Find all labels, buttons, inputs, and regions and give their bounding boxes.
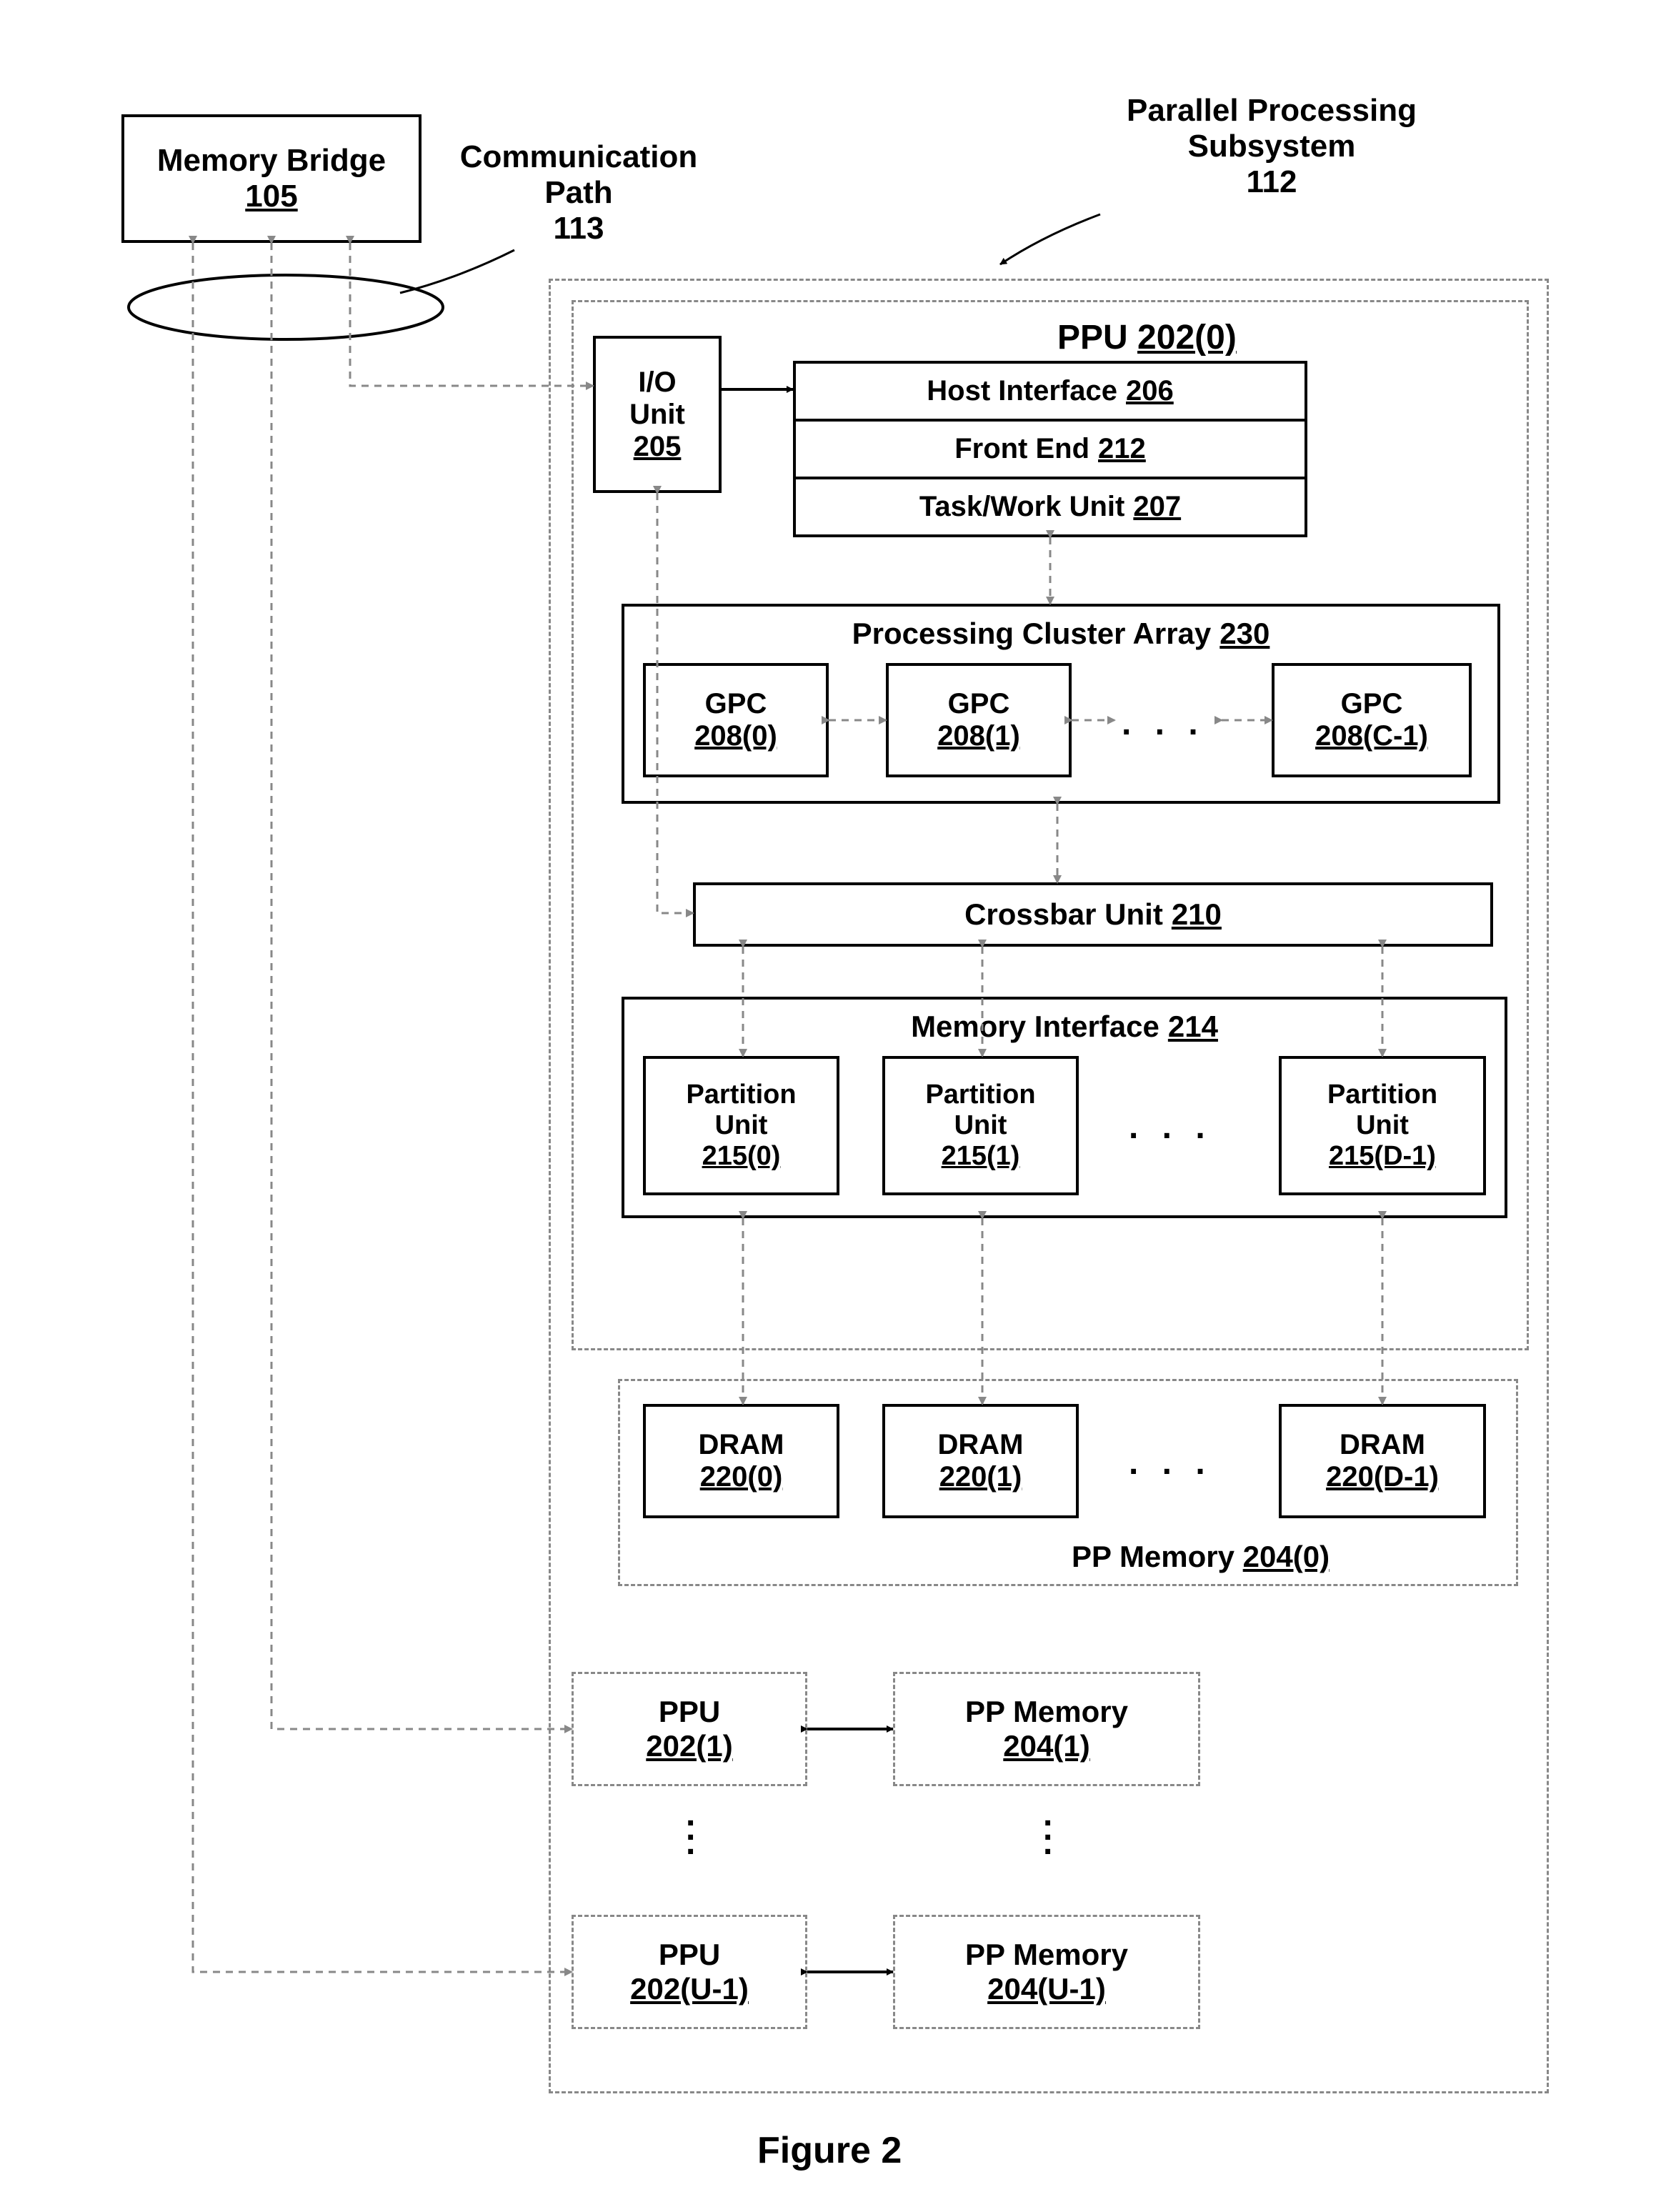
pps-label1: Parallel Processing [1114,93,1429,129]
pu0-label2: Unit [715,1110,768,1141]
ppmem-vellipsis1: ... [1043,1808,1052,1850]
puD-num: 215(D-1) [1329,1141,1436,1172]
ppuU-num: 202(U-1) [630,1972,749,2006]
pu1-num: 215(1) [942,1141,1020,1172]
dram1-label: DRAM [938,1429,1024,1461]
gpcC-label: GPC [1341,688,1403,720]
ppmem1-num: 204(1) [1003,1729,1089,1763]
host-if-num: 206 [1126,375,1174,407]
pu0-box: Partition Unit 215(0) [643,1056,839,1195]
ppu0-label: PPU [1057,319,1128,357]
ppmemU-label: PP Memory [965,1938,1128,1972]
dram-ellipsis: . . . [1129,1443,1212,1483]
ppu0-num: 202(0) [1137,319,1237,357]
gpc0-num: 208(0) [694,720,777,752]
pps-num: 112 [1114,164,1429,200]
pu1-label2: Unit [954,1110,1007,1141]
pu0-num: 215(0) [702,1141,781,1172]
ppmem0-label: PP Memory [1072,1540,1234,1573]
pps-label: Parallel Processing Subsystem 112 [1114,93,1429,200]
pu1-box: Partition Unit 215(1) [882,1056,1079,1195]
dram0-num: 220(0) [700,1461,783,1493]
task-work-label: Task/Work Unit [919,491,1124,523]
host-if-label: Host Interface [927,375,1117,407]
gpc1-label: GPC [948,688,1010,720]
dram1-num: 220(1) [939,1461,1022,1493]
pu1-label1: Partition [925,1080,1035,1110]
front-end-num: 212 [1098,433,1146,465]
memif-label: Memory Interface [911,1010,1159,1044]
memory-bridge-label: Memory Bridge [157,143,386,179]
ppu1-num: 202(1) [646,1729,732,1763]
puD-box: Partition Unit 215(D-1) [1279,1056,1486,1195]
ppmem1-box: PP Memory 204(1) [893,1672,1200,1786]
front-end-box: Front End 212 [793,419,1307,479]
pu-ellipsis: . . . [1129,1107,1212,1147]
ppu-vellipsis1: ... [686,1808,695,1850]
pca-label: Processing Cluster Array [852,617,1212,651]
crossbar-num: 210 [1172,897,1222,932]
ppu1-label: PPU [659,1695,720,1729]
puD-label1: Partition [1327,1080,1437,1110]
ppmemU-box: PP Memory 204(U-1) [893,1915,1200,2029]
gpc1-box: GPC 208(1) [886,663,1072,777]
memif-num: 214 [1168,1010,1218,1044]
io-unit-label1: I/O [638,367,676,399]
comm-path-label1: Communication [457,139,700,175]
gpc0-label: GPC [705,688,767,720]
dramD-label: DRAM [1340,1429,1425,1461]
ppu1-box: PPU 202(1) [572,1672,807,1786]
crossbar-label: Crossbar Unit [964,897,1163,932]
pps-label2: Subsystem [1114,129,1429,164]
task-work-num: 207 [1133,491,1181,523]
dram0-label: DRAM [699,1429,784,1461]
ppuU-label: PPU [659,1938,720,1972]
ppuU-box: PPU 202(U-1) [572,1915,807,2029]
dram0-box: DRAM 220(0) [643,1404,839,1518]
comm-path-label: Communication Path 113 [457,139,700,246]
comm-path-label2: Path [457,175,700,211]
io-unit-num: 205 [634,431,682,463]
gpc0-box: GPC 208(0) [643,663,829,777]
ppu0-title: PPU 202(0) [1057,318,1237,357]
ppmem0-num: 204(0) [1243,1540,1330,1573]
crossbar-box: Crossbar Unit 210 [693,882,1493,947]
io-unit-label2: Unit [629,399,685,431]
ppmemU-num: 204(U-1) [987,1972,1106,2006]
dramD-num: 220(D-1) [1326,1461,1439,1493]
gpc1-num: 208(1) [937,720,1020,752]
comm-path-num: 113 [457,211,700,246]
pca-num: 230 [1219,617,1270,651]
dram1-box: DRAM 220(1) [882,1404,1079,1518]
gpcC-box: GPC 208(C-1) [1272,663,1472,777]
task-work-box: Task/Work Unit 207 [793,477,1307,537]
ppmem0-title: PP Memory 204(0) [1072,1540,1330,1574]
host-interface-box: Host Interface 206 [793,361,1307,422]
io-unit-box: I/O Unit 205 [593,336,722,493]
gpc-ellipsis: . . . [1122,704,1205,743]
figure-caption: Figure 2 [757,2129,902,2172]
ppmem1-label: PP Memory [965,1695,1128,1729]
memory-bridge-num: 105 [245,179,297,214]
pu0-label1: Partition [686,1080,796,1110]
dramD-box: DRAM 220(D-1) [1279,1404,1486,1518]
puD-label2: Unit [1356,1110,1409,1141]
memory-bridge-box: Memory Bridge 105 [121,114,422,243]
gpcC-num: 208(C-1) [1315,720,1428,752]
front-end-label: Front End [954,433,1089,465]
